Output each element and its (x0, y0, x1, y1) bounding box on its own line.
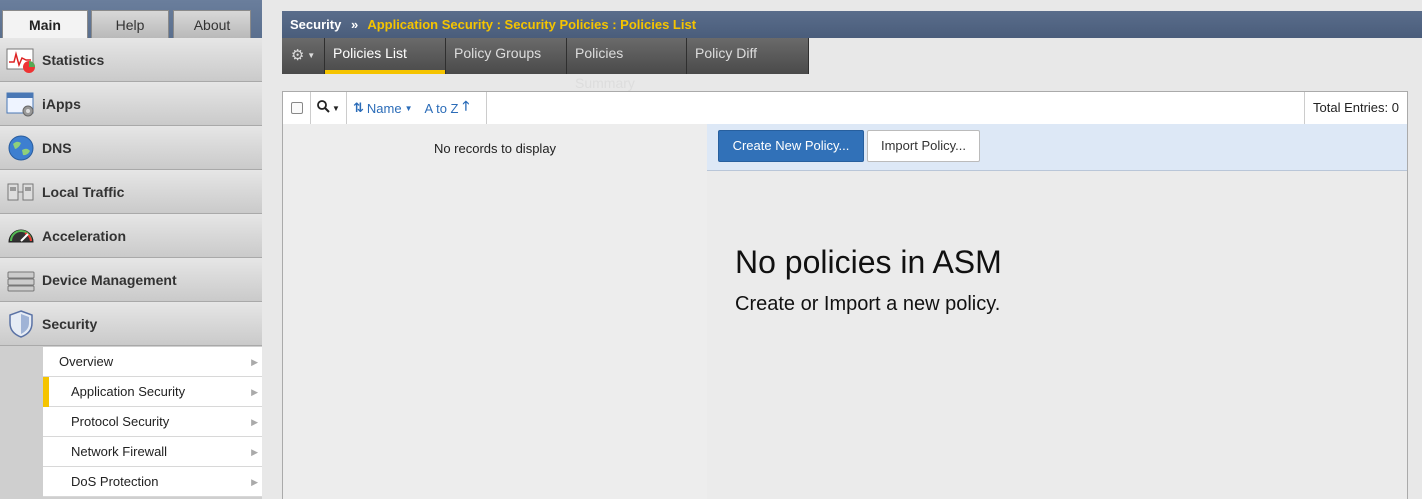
sub-item-label: Protocol Security (71, 414, 170, 429)
nav-item-security[interactable]: Security (0, 302, 262, 346)
sub-item-network-firewall[interactable]: Network Firewall ▶ (43, 437, 262, 467)
nav-label: DNS (42, 139, 72, 156)
nav-label: Device Management (42, 271, 177, 288)
create-new-policy-button[interactable]: Create New Policy... (718, 130, 864, 162)
select-all-cell (283, 92, 311, 124)
policy-detail-pane: Create New Policy... Import Policy... No… (707, 124, 1408, 499)
arrow-up-icon: 🡑 (462, 98, 470, 113)
nav-label: Security (42, 315, 98, 332)
settings-menu-button[interactable]: ⚙ ▼ (282, 38, 325, 74)
tab-help[interactable]: Help (91, 10, 169, 38)
sub-item-label: Network Firewall (71, 444, 168, 459)
tab-policies-summary[interactable]: Policies Summary (567, 38, 687, 91)
list-toolbar: ▼ ⇅ Name ▼ A to Z 🡑 Total Entries: 0 (282, 91, 1408, 125)
nav-label: Local Traffic (42, 183, 125, 200)
total-entries: Total Entries: 0 (1304, 92, 1407, 124)
sub-item-label: Application Security (71, 384, 186, 399)
empty-state-title: No policies in ASM (735, 244, 1002, 280)
sub-item-label: DoS Protection (71, 474, 159, 489)
action-bar: Create New Policy... Import Policy... (707, 124, 1407, 171)
nav-label: Acceleration (42, 227, 127, 244)
empty-state-subtitle: Create or Import a new policy. (735, 293, 1001, 315)
tab-main[interactable]: Main (2, 10, 88, 38)
nav-item-dns[interactable]: DNS (0, 126, 262, 170)
policy-list-pane: No records to display (282, 124, 708, 499)
sort-icon: ⇅ (353, 100, 364, 115)
chevron-right-icon: ▶ (251, 357, 258, 367)
tab-policies-list[interactable]: Policies List (325, 38, 446, 74)
chevron-down-icon: ▼ (332, 103, 340, 113)
main-nav: Statistics iApps DNS Local Traffic Accel… (0, 38, 262, 346)
gauge-icon (6, 221, 36, 251)
nav-item-iapps[interactable]: iApps (0, 82, 262, 126)
nav-item-acceleration[interactable]: Acceleration (0, 214, 262, 258)
select-all-checkbox[interactable] (290, 102, 303, 114)
sub-item-label: Overview (59, 354, 114, 369)
nav-item-statistics[interactable]: Statistics (0, 38, 262, 82)
chevron-right-icon: ▶ (251, 387, 258, 397)
chevron-right-icon: ▶ (251, 477, 258, 487)
chevron-right-icon: ▶ (251, 417, 258, 427)
gear-icon: ⚙ (290, 47, 305, 64)
breadcrumb: Security » Application Security : Securi… (282, 11, 1422, 38)
breadcrumb-path: Application Security : Security Policies… (367, 17, 697, 32)
globe-icon (6, 133, 36, 163)
tab-about[interactable]: About (173, 10, 251, 38)
chevron-right-icon: ▶ (251, 447, 258, 457)
breadcrumb-section: Security (290, 17, 342, 32)
empty-list-message: No records to display (433, 141, 557, 156)
chevron-down-icon: ▼ (404, 103, 413, 113)
statistics-icon (6, 45, 36, 75)
left-panel: Main Help About Statistics iApps DNS Loc… (0, 0, 262, 499)
iapps-icon (6, 89, 36, 119)
local-traffic-icon (6, 177, 36, 207)
search-icon (317, 100, 330, 116)
subtab-bar: ⚙ ▼ Policies List Policy Groups Policies… (282, 38, 809, 91)
nav-label: iApps (42, 95, 81, 112)
shield-icon (6, 309, 36, 339)
sub-item-dos-protection[interactable]: DoS Protection ▶ (43, 467, 262, 497)
nav-item-local-traffic[interactable]: Local Traffic (0, 170, 262, 214)
nav-label: Statistics (42, 51, 105, 68)
sort-control: ⇅ Name ▼ A to Z 🡑 (347, 92, 487, 124)
top-tab-bar: Main Help About (0, 0, 262, 38)
device-management-icon (6, 265, 36, 295)
sort-order-toggle[interactable]: A to Z (425, 101, 459, 116)
tab-policy-groups[interactable]: Policy Groups (446, 38, 567, 74)
breadcrumb-separator: » (350, 17, 359, 32)
security-submenu: Overview ▶ Application Security ▶ Protoc… (43, 347, 262, 497)
search-button[interactable]: ▼ (311, 92, 347, 124)
sub-item-protocol-security[interactable]: Protocol Security ▶ (43, 407, 262, 437)
chevron-down-icon: ▼ (307, 51, 316, 60)
sub-item-application-security[interactable]: Application Security ▶ (43, 377, 262, 407)
sort-field-dropdown[interactable]: Name (367, 101, 402, 116)
sub-item-overview[interactable]: Overview ▶ (43, 347, 262, 377)
nav-item-device-management[interactable]: Device Management (0, 258, 262, 302)
tab-policy-diff[interactable]: Policy Diff (687, 38, 809, 74)
import-policy-button[interactable]: Import Policy... (867, 130, 980, 162)
